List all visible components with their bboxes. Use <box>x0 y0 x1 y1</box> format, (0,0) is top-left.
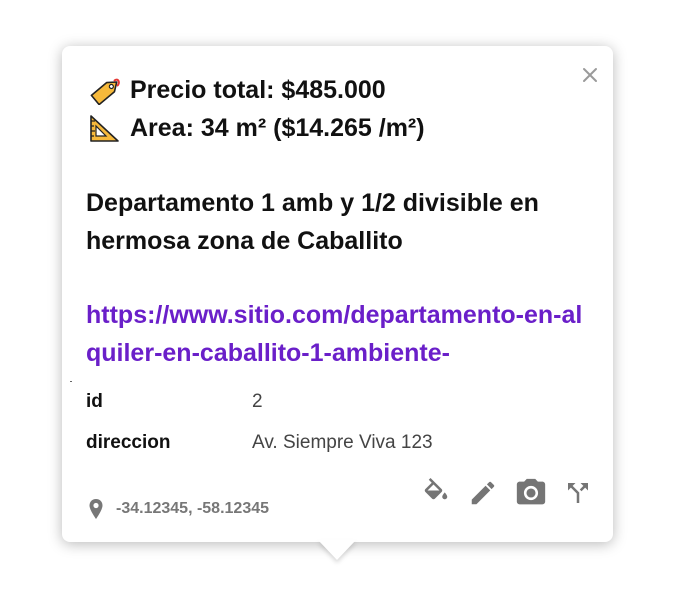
camera-icon[interactable] <box>514 476 548 510</box>
attribute-key: direccion <box>86 432 171 453</box>
close-icon[interactable] <box>579 64 601 86</box>
price-tag-icon <box>90 78 120 105</box>
paint-bucket-icon[interactable] <box>421 478 451 508</box>
area-text: Area: 34 m² ($14.265 /m²) <box>130 113 425 142</box>
pencil-icon[interactable] <box>468 478 498 508</box>
coordinates: -34.12345, -58.12345 <box>88 498 269 520</box>
attribute-value: 2 <box>252 391 263 412</box>
attribute-value: Av. Siempre Viva 123 <box>252 432 433 453</box>
listing-title: Departamento 1 amb y 1/2 divisible en he… <box>86 189 539 255</box>
popup-tail <box>318 540 356 560</box>
directions-icon[interactable] <box>563 478 593 508</box>
triangular-ruler-icon <box>90 115 119 142</box>
divider-mark <box>70 381 72 382</box>
price-line: Precio total: $485.000 <box>88 75 386 105</box>
listing-link[interactable]: https://www.sitio.com/departamento-en-al… <box>86 296 586 372</box>
price-text: Precio total: $485.000 <box>130 75 386 104</box>
attribute-key: id <box>86 391 103 412</box>
location-pin-icon <box>89 499 103 519</box>
coordinates-text: -34.12345, -58.12345 <box>116 500 270 517</box>
area-line: Area: 34 m² ($14.265 /m²) <box>88 113 425 143</box>
